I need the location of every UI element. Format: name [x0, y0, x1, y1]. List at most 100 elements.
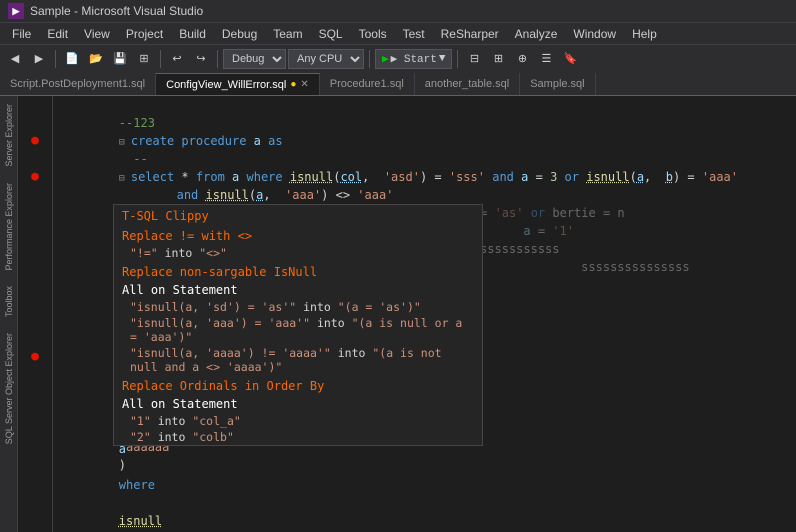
menu-team[interactable]: Team [265, 25, 310, 43]
line-num-20 [18, 438, 52, 456]
modified-indicator: ● [290, 79, 296, 90]
toolbox-label[interactable]: Toolbox [4, 278, 14, 325]
tab-label: another_table.sql [425, 78, 509, 90]
menu-window[interactable]: Window [565, 25, 624, 43]
tooltip-ordinals-label: Replace Ordinals in Order By [114, 375, 482, 395]
toolbar-undo-btn[interactable]: ↩ [166, 48, 188, 70]
toolbar-separator-2 [160, 50, 161, 68]
line-num-2 [18, 114, 52, 132]
tab-label: Sample.sql [530, 78, 584, 90]
menu-tools[interactable]: Tools [351, 25, 395, 43]
line-num-17 [18, 384, 52, 402]
start-button[interactable]: ▶ ▶ Start ▼ [375, 49, 452, 69]
toolbar-btn-extra1[interactable]: ⊟ [463, 48, 485, 70]
tab-another-table[interactable]: another_table.sql [415, 73, 520, 95]
menu-sql[interactable]: SQL [311, 25, 351, 43]
line-num-8 [18, 222, 52, 240]
toolbar-separator-1 [55, 50, 56, 68]
start-label: ▶ Start [391, 52, 437, 66]
menu-help[interactable]: Help [624, 25, 665, 43]
menu-build[interactable]: Build [171, 25, 214, 43]
toolbar-redo-btn[interactable]: ↪ [190, 48, 212, 70]
vs-logo-icon: ▶ [8, 3, 24, 19]
tooltip-neq-to: "<>" [199, 246, 227, 260]
tooltip-neq-item: "!=" into "<>" [114, 245, 482, 261]
tooltip-item1-into: into [296, 300, 338, 314]
tooltip-ordinals-sub: All on Statement [114, 395, 482, 413]
menu-debug[interactable]: Debug [214, 25, 265, 43]
toolbar-btn-extra3[interactable]: ⊕ [511, 48, 533, 70]
tooltip-ordinals-item-2: "2" into "colb" [114, 429, 482, 445]
tooltip-isnull-item-1: "isnull(a, 'sd') = 'as'" into "(a = 'as'… [114, 299, 482, 315]
toolbar: ◀ ▶ 📄 📂 💾 ⊞ ↩ ↪ Debug Any CPU ▶ ▶ Start … [0, 44, 796, 72]
toolbar-back-btn[interactable]: ◀ [4, 48, 26, 70]
line-num-23 [18, 492, 52, 510]
line-num-10 [18, 258, 52, 276]
performance-explorer-label[interactable]: Performance Explorer [4, 175, 14, 279]
menu-test[interactable]: Test [395, 25, 433, 43]
code-line-1: --123 [53, 96, 796, 114]
kw-where-b: where [119, 478, 155, 492]
toolbar-btn-extra4[interactable]: ☰ [535, 48, 557, 70]
toolbar-separator-4 [369, 50, 370, 68]
tooltip-item2-from: "isnull(a, 'aaa') = 'aaa'" [130, 316, 310, 330]
line-num-6 [18, 186, 52, 204]
tooltip-item3-into: into [331, 346, 373, 360]
code-editor[interactable]: ● ● ● --123 [18, 96, 796, 532]
toolbar-separator-3 [217, 50, 218, 68]
tooltip-item2-into: into [310, 316, 352, 330]
platform-dropdown[interactable]: Any CPU [288, 49, 364, 69]
tooltip-isnull-sub: All on Statement [114, 281, 482, 299]
code-area[interactable]: --123 ⊟ create procedure a as -- ⊟ selec… [53, 96, 796, 532]
toolbar-save-btn[interactable]: 💾 [109, 48, 131, 70]
code-line-6: select col_a, colb, * from a where isnul… [53, 186, 796, 204]
tab-configview-willerror[interactable]: ConfigView_WillError.sql ● ✕ [156, 73, 320, 95]
code-line-3: -- [53, 132, 796, 150]
line-num-16 [18, 366, 52, 384]
toolbar-btn-extra5[interactable]: 🔖 [559, 48, 581, 70]
line-num-21 [18, 456, 52, 474]
tooltip-title: T-SQL Clippy [114, 205, 482, 225]
left-panel: Server Explorer Performance Explorer Too… [0, 96, 18, 532]
menu-edit[interactable]: Edit [39, 25, 76, 43]
tab-label: ConfigView_WillError.sql [166, 79, 286, 91]
line-num-1 [18, 96, 52, 114]
fn-isnull-b: isnull [119, 514, 162, 528]
line-num-13 [18, 312, 52, 330]
tooltip-ord2-from: "2" [130, 430, 151, 444]
line-num-3: ● [18, 132, 52, 150]
tab-sample[interactable]: Sample.sql [520, 73, 595, 95]
code-line-4: ⊟ select * from a where isnull(col, 'asd… [53, 150, 796, 168]
toolbar-save-all-btn[interactable]: ⊞ [133, 48, 155, 70]
toolbar-new-btn[interactable]: 📄 [61, 48, 83, 70]
sql-server-explorer-label[interactable]: SQL Server Object Explorer [4, 325, 14, 452]
menu-resharper[interactable]: ReSharper [433, 25, 507, 43]
menu-analyze[interactable]: Analyze [507, 25, 566, 43]
menu-file[interactable]: File [4, 25, 39, 43]
menu-project[interactable]: Project [118, 25, 171, 43]
tooltip-isnull-label: Replace non-sargable IsNull [114, 261, 482, 281]
toolbar-forward-btn[interactable]: ▶ [28, 48, 50, 70]
line-num-14 [18, 330, 52, 348]
toolbar-btn-extra2[interactable]: ⊞ [487, 48, 509, 70]
close-paren-ob: ) [119, 458, 126, 472]
tab-close-btn[interactable]: ✕ [300, 79, 308, 90]
tsql-clippy-popup: T-SQL Clippy Replace != with <> "!=" int… [113, 204, 483, 446]
tooltip-ord2-into: into [151, 430, 193, 444]
window-title: Sample - Microsoft Visual Studio [30, 4, 203, 18]
start-icon: ▶ [382, 52, 389, 66]
line-num-18 [18, 402, 52, 420]
line-num-5: ● [18, 168, 52, 186]
line-num-12 [18, 294, 52, 312]
menu-view[interactable]: View [76, 25, 118, 43]
line-num-15: ● [18, 348, 52, 366]
tab-script-postdeployment[interactable]: Script.PostDeployment1.sql [0, 73, 156, 95]
tab-procedure1[interactable]: Procedure1.sql [320, 73, 415, 95]
toolbar-open-btn[interactable]: 📂 [85, 48, 107, 70]
code-line-5: and isnull(a, 'aaa') <> 'aaa' [53, 168, 796, 186]
tooltip-ordinals-item-1: "1" into "col_a" [114, 413, 482, 429]
tooltip-item1-from: "isnull(a, 'sd') = 'as'" [130, 300, 296, 314]
title-bar: ▶ Sample - Microsoft Visual Studio [0, 0, 796, 22]
server-explorer-label[interactable]: Server Explorer [4, 96, 14, 175]
debug-config-dropdown[interactable]: Debug [223, 49, 286, 69]
